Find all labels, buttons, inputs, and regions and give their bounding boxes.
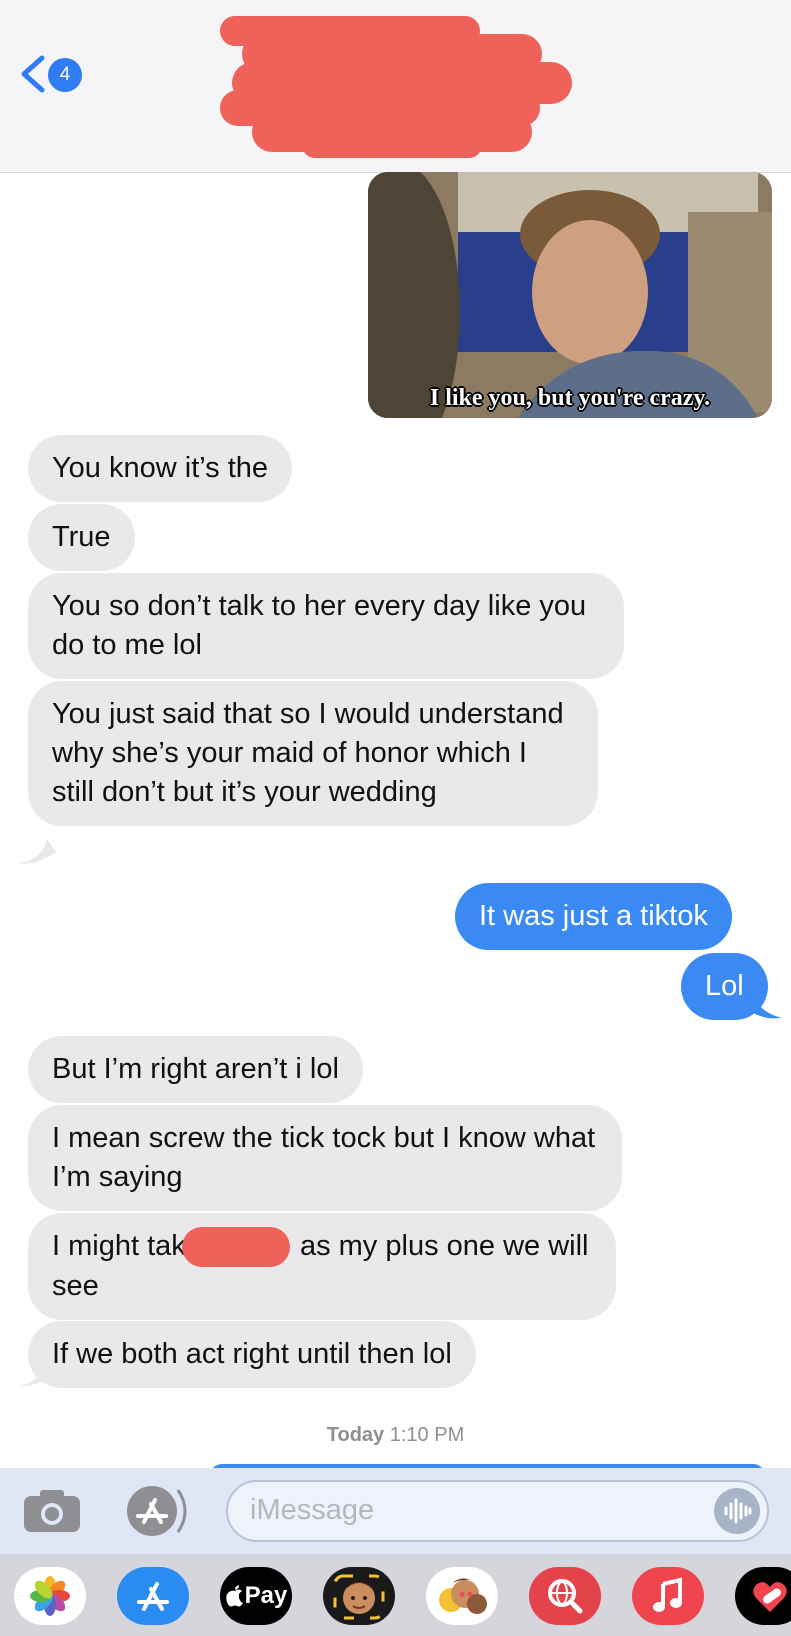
received-message[interactable]: You know it’s the [28, 435, 293, 502]
photos-app-icon[interactable] [14, 1567, 86, 1625]
animoji-stickers-icon[interactable] [426, 1567, 498, 1625]
camera-icon[interactable] [22, 1488, 82, 1534]
received-message[interactable]: I might take as my plus one we will see [28, 1213, 616, 1321]
received-message[interactable]: You so don’t talk to her every day like … [28, 573, 624, 679]
stickers-faces-icon [439, 1578, 487, 1614]
received-message[interactable]: I mean screw the tick tock but I know wh… [28, 1105, 622, 1211]
photos-flower-icon [30, 1576, 70, 1616]
music-note-icon [653, 1577, 682, 1612]
app-store-drawer-icon[interactable] [124, 1484, 192, 1538]
audio-message-button[interactable] [714, 1488, 760, 1534]
sent-message[interactable]: It was just a tiktok [455, 883, 732, 950]
bubble-tail [20, 1360, 56, 1386]
music-app-icon[interactable] [632, 1567, 704, 1625]
timestamp-day: Today [326, 1424, 385, 1446]
magnifier-globe-icon [548, 1579, 583, 1614]
imessage-input[interactable]: iMessage [226, 1480, 769, 1542]
apple-pay-icon[interactable]: Pay [220, 1567, 292, 1625]
meme-image[interactable]: I like you, but you're crazy. [368, 172, 772, 418]
imessage-placeholder: iMessage [250, 1494, 375, 1526]
apple-logo-icon [225, 1585, 243, 1607]
conversation-header: 4 [0, 0, 791, 173]
message-text-before: I might take [52, 1230, 202, 1262]
memoji-face-icon [333, 1574, 385, 1620]
back-chevron-icon[interactable] [18, 54, 48, 94]
timestamp-time: 1:10 PM [389, 1424, 465, 1446]
imessage-app-drawer: Pay [0, 1554, 791, 1636]
received-message[interactable]: True [28, 504, 135, 571]
app-store-icon[interactable] [117, 1567, 189, 1625]
redacted-name [181, 1227, 290, 1268]
image-search-icon[interactable] [529, 1567, 601, 1625]
received-message[interactable]: You just said that so I would understand… [28, 681, 598, 826]
redacted-contact-name [220, 16, 572, 158]
bubble-tail [20, 838, 56, 864]
bubble-tail [752, 992, 782, 1019]
heart-touch-icon [753, 1582, 787, 1612]
digital-touch-icon[interactable] [735, 1567, 791, 1625]
unread-count-badge[interactable]: 4 [48, 58, 82, 92]
meme-caption: I like you, but you're crazy. [429, 385, 711, 411]
message-timestamp: Today 1:10 PM [0, 1424, 791, 1447]
waveform-icon [724, 1498, 752, 1524]
apple-pay-label: Pay [244, 1582, 288, 1609]
received-message[interactable]: But I’m right aren’t i lol [28, 1036, 363, 1103]
received-message[interactable]: If we both act right until then lol [28, 1321, 476, 1388]
app-store-a-icon [137, 1582, 169, 1611]
meme-scene [368, 172, 772, 418]
memoji-icon[interactable] [323, 1567, 395, 1625]
